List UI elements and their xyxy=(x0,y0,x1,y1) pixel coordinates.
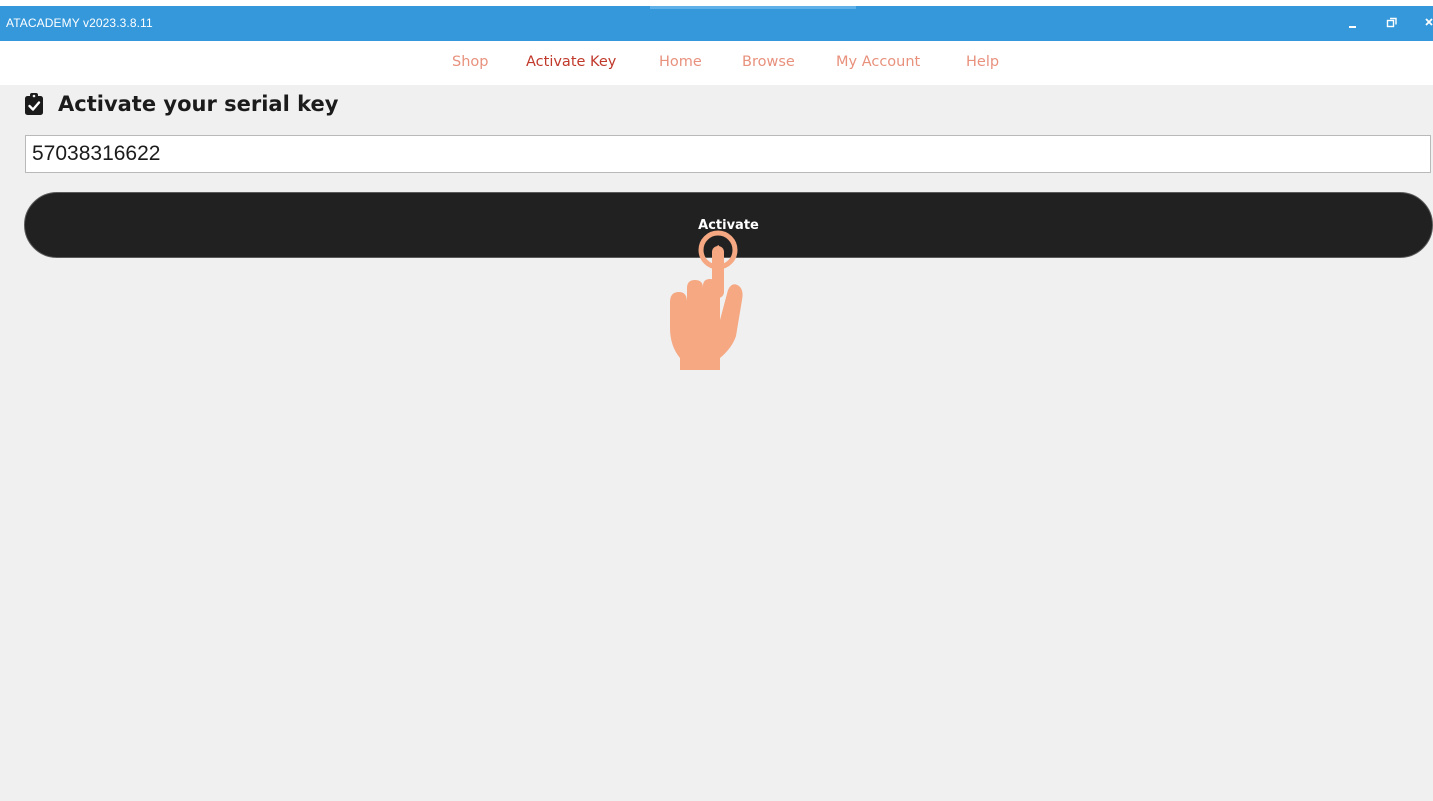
title-bar-highlight xyxy=(650,6,856,9)
nav-my-account[interactable]: My Account xyxy=(836,54,920,70)
close-icon xyxy=(1425,18,1433,26)
minimize-icon xyxy=(1349,26,1356,28)
clipboard-check-icon xyxy=(25,93,43,115)
nav-help[interactable]: Help xyxy=(966,54,999,70)
title-bar[interactable]: ATACADEMY v2023.3.8.11 xyxy=(0,6,1433,41)
main-nav: Shop Activate Key Home Browse My Account… xyxy=(0,41,1433,85)
nav-home[interactable]: Home xyxy=(659,54,702,70)
nav-shop[interactable]: Shop xyxy=(452,54,488,70)
nav-activate-key[interactable]: Activate Key xyxy=(526,54,616,70)
app-title: ATACADEMY v2023.3.8.11 xyxy=(6,16,153,30)
window-controls xyxy=(1335,6,1433,41)
minimize-button[interactable] xyxy=(1335,6,1373,41)
restore-button[interactable] xyxy=(1373,6,1411,41)
close-button[interactable] xyxy=(1411,6,1433,41)
app-window: ATACADEMY v2023.3.8.11 Shop Activate Key… xyxy=(0,6,1433,801)
page-title: Activate your serial key xyxy=(58,92,339,116)
activate-button[interactable]: Activate xyxy=(24,192,1433,258)
serial-key-input[interactable] xyxy=(25,135,1431,173)
restore-icon xyxy=(1386,17,1397,28)
activation-header: Activate your serial key xyxy=(25,90,338,118)
nav-browse[interactable]: Browse xyxy=(742,54,795,70)
